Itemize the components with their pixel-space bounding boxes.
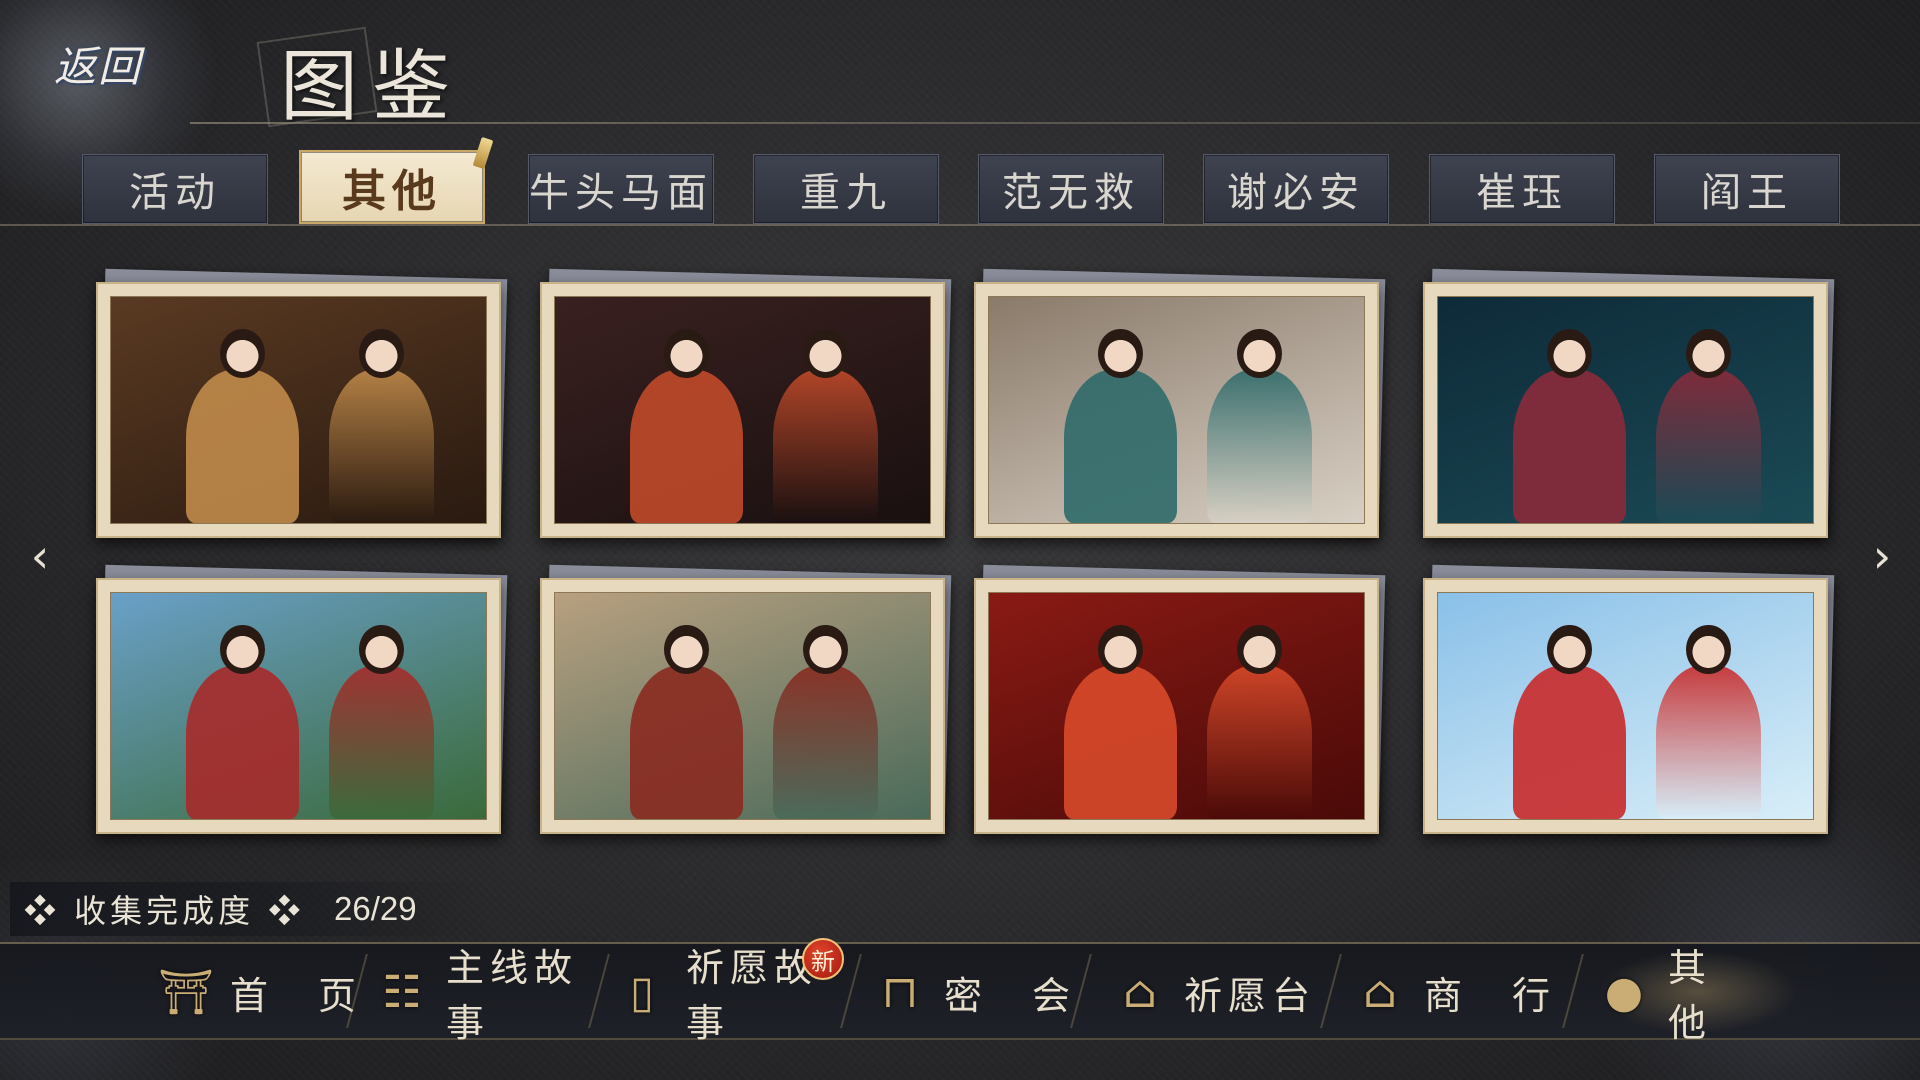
card-illustration bbox=[988, 296, 1365, 524]
character-figure bbox=[1064, 369, 1177, 523]
card-illustration bbox=[1437, 296, 1814, 524]
character-figure bbox=[630, 665, 743, 819]
card-illustration bbox=[110, 592, 487, 820]
character-head bbox=[1236, 624, 1282, 675]
gallery-card[interactable] bbox=[96, 564, 508, 834]
character-head bbox=[1097, 328, 1143, 379]
nav-label: 商 行 bbox=[1424, 973, 1557, 1018]
character-head bbox=[1236, 328, 1282, 379]
card-frame bbox=[540, 578, 945, 834]
card-illustration bbox=[110, 296, 487, 524]
character-head bbox=[219, 328, 265, 379]
character-head bbox=[1546, 624, 1592, 675]
card-frame bbox=[974, 282, 1379, 538]
character-figure bbox=[1655, 665, 1761, 819]
tab-chongjiu[interactable]: 重九 bbox=[753, 154, 939, 224]
character-head bbox=[1097, 624, 1143, 675]
talisman-icon: ▯ bbox=[629, 966, 661, 1018]
bottom-nav: ⛩ 首 页 ☷ 主线故事 ▯ 祈愿故事 ⊓ 密 会 ⌂ 祈愿台 ⌂ 商 行 ● … bbox=[0, 942, 1920, 1045]
character-head bbox=[358, 328, 404, 379]
nav-other[interactable]: ● 其 他 bbox=[1598, 946, 1798, 1045]
card-frame bbox=[1423, 282, 1828, 538]
character-head bbox=[358, 624, 404, 675]
gallery-card[interactable] bbox=[1423, 268, 1835, 538]
nav-main-story[interactable]: ☷ 主线故事 bbox=[376, 946, 596, 1045]
gallery-card[interactable] bbox=[974, 268, 1386, 538]
nav-secret-meeting[interactable]: ⊓ 密 会 bbox=[874, 950, 1094, 1034]
card-frame bbox=[974, 578, 1379, 834]
chevron-right-icon[interactable]: › bbox=[1862, 533, 1902, 579]
gate-icon: ⛩ bbox=[158, 967, 220, 1018]
character-figure bbox=[328, 665, 434, 819]
tab-activity[interactable]: 活动 bbox=[82, 154, 268, 224]
card-illustration bbox=[988, 592, 1365, 820]
tab-cui-jue[interactable]: 崔珏 bbox=[1429, 154, 1615, 224]
character-figure bbox=[328, 369, 434, 523]
character-head bbox=[1685, 328, 1731, 379]
nav-label: 其 他 bbox=[1668, 946, 1757, 1045]
character-figure bbox=[1513, 369, 1626, 523]
tab-niutou-mamian[interactable]: 牛头马面 bbox=[528, 154, 714, 224]
character-figure bbox=[772, 369, 878, 523]
page-title: 图鉴 bbox=[280, 42, 465, 132]
gallery-card[interactable] bbox=[540, 564, 952, 834]
character-figure bbox=[1206, 665, 1312, 819]
nav-label: 主线故事 bbox=[446, 946, 579, 1045]
card-frame bbox=[540, 282, 945, 538]
new-badge: 新 bbox=[802, 938, 844, 980]
pouch-icon: ● bbox=[1604, 966, 1650, 1018]
card-frame bbox=[96, 578, 501, 834]
collection-progress: ❖ 收集完成度 ❖ 26/29 bbox=[10, 882, 490, 936]
collection-label: ❖ 收集完成度 ❖ bbox=[24, 892, 305, 930]
shrine-icon: ⌂ bbox=[1123, 966, 1163, 1018]
table-icon: ⊓ bbox=[881, 966, 925, 1018]
card-illustration bbox=[1437, 592, 1814, 820]
tab-yan-wang[interactable]: 阎王 bbox=[1654, 154, 1840, 224]
character-figure bbox=[1206, 369, 1312, 523]
character-figure bbox=[1513, 665, 1626, 819]
tab-xie-bian[interactable]: 谢必安 bbox=[1203, 154, 1389, 224]
gallery-card[interactable] bbox=[974, 564, 1386, 834]
card-illustration bbox=[554, 592, 931, 820]
card-illustration bbox=[554, 296, 931, 524]
card-frame bbox=[96, 282, 501, 538]
character-figure bbox=[186, 665, 299, 819]
nav-shop[interactable]: ⌂ 商 行 bbox=[1354, 950, 1574, 1034]
nav-label: 密 会 bbox=[944, 973, 1077, 1018]
shop-icon: ⌂ bbox=[1363, 966, 1403, 1018]
character-figure bbox=[1064, 665, 1177, 819]
divider bbox=[190, 122, 1920, 124]
tab-label: 其他 bbox=[342, 166, 442, 217]
character-head bbox=[802, 328, 848, 379]
back-button[interactable]: 返回 bbox=[38, 28, 158, 98]
character-head bbox=[663, 328, 709, 379]
character-head bbox=[663, 624, 709, 675]
tab-fan-wujiu[interactable]: 范无救 bbox=[978, 154, 1164, 224]
tab-other[interactable]: 其他 bbox=[299, 136, 494, 224]
character-head bbox=[1685, 624, 1731, 675]
gallery-card[interactable] bbox=[540, 268, 952, 538]
nav-label: 祈愿台 bbox=[1184, 973, 1317, 1018]
nav-wish-altar[interactable]: ⌂ 祈愿台 bbox=[1114, 950, 1334, 1034]
character-head bbox=[1546, 328, 1592, 379]
character-figure bbox=[630, 369, 743, 523]
character-figure bbox=[772, 665, 878, 819]
chevron-left-icon[interactable]: ‹ bbox=[20, 533, 60, 579]
card-frame bbox=[1423, 578, 1828, 834]
nav-label: 首 页 bbox=[230, 973, 363, 1018]
collection-value: 26/29 bbox=[334, 890, 417, 927]
gallery-card[interactable] bbox=[96, 268, 508, 538]
character-head bbox=[219, 624, 265, 675]
divider bbox=[840, 954, 862, 1028]
pin-icon bbox=[472, 136, 494, 170]
tab-bar: 活动 其他 牛头马面 重九 范无救 谢必安 崔珏 阎王 bbox=[82, 136, 1842, 226]
character-figure bbox=[1655, 369, 1761, 523]
gallery-card[interactable] bbox=[1423, 564, 1835, 834]
character-head bbox=[802, 624, 848, 675]
character-figure bbox=[186, 369, 299, 523]
scroll-icon: ☷ bbox=[382, 966, 428, 1018]
